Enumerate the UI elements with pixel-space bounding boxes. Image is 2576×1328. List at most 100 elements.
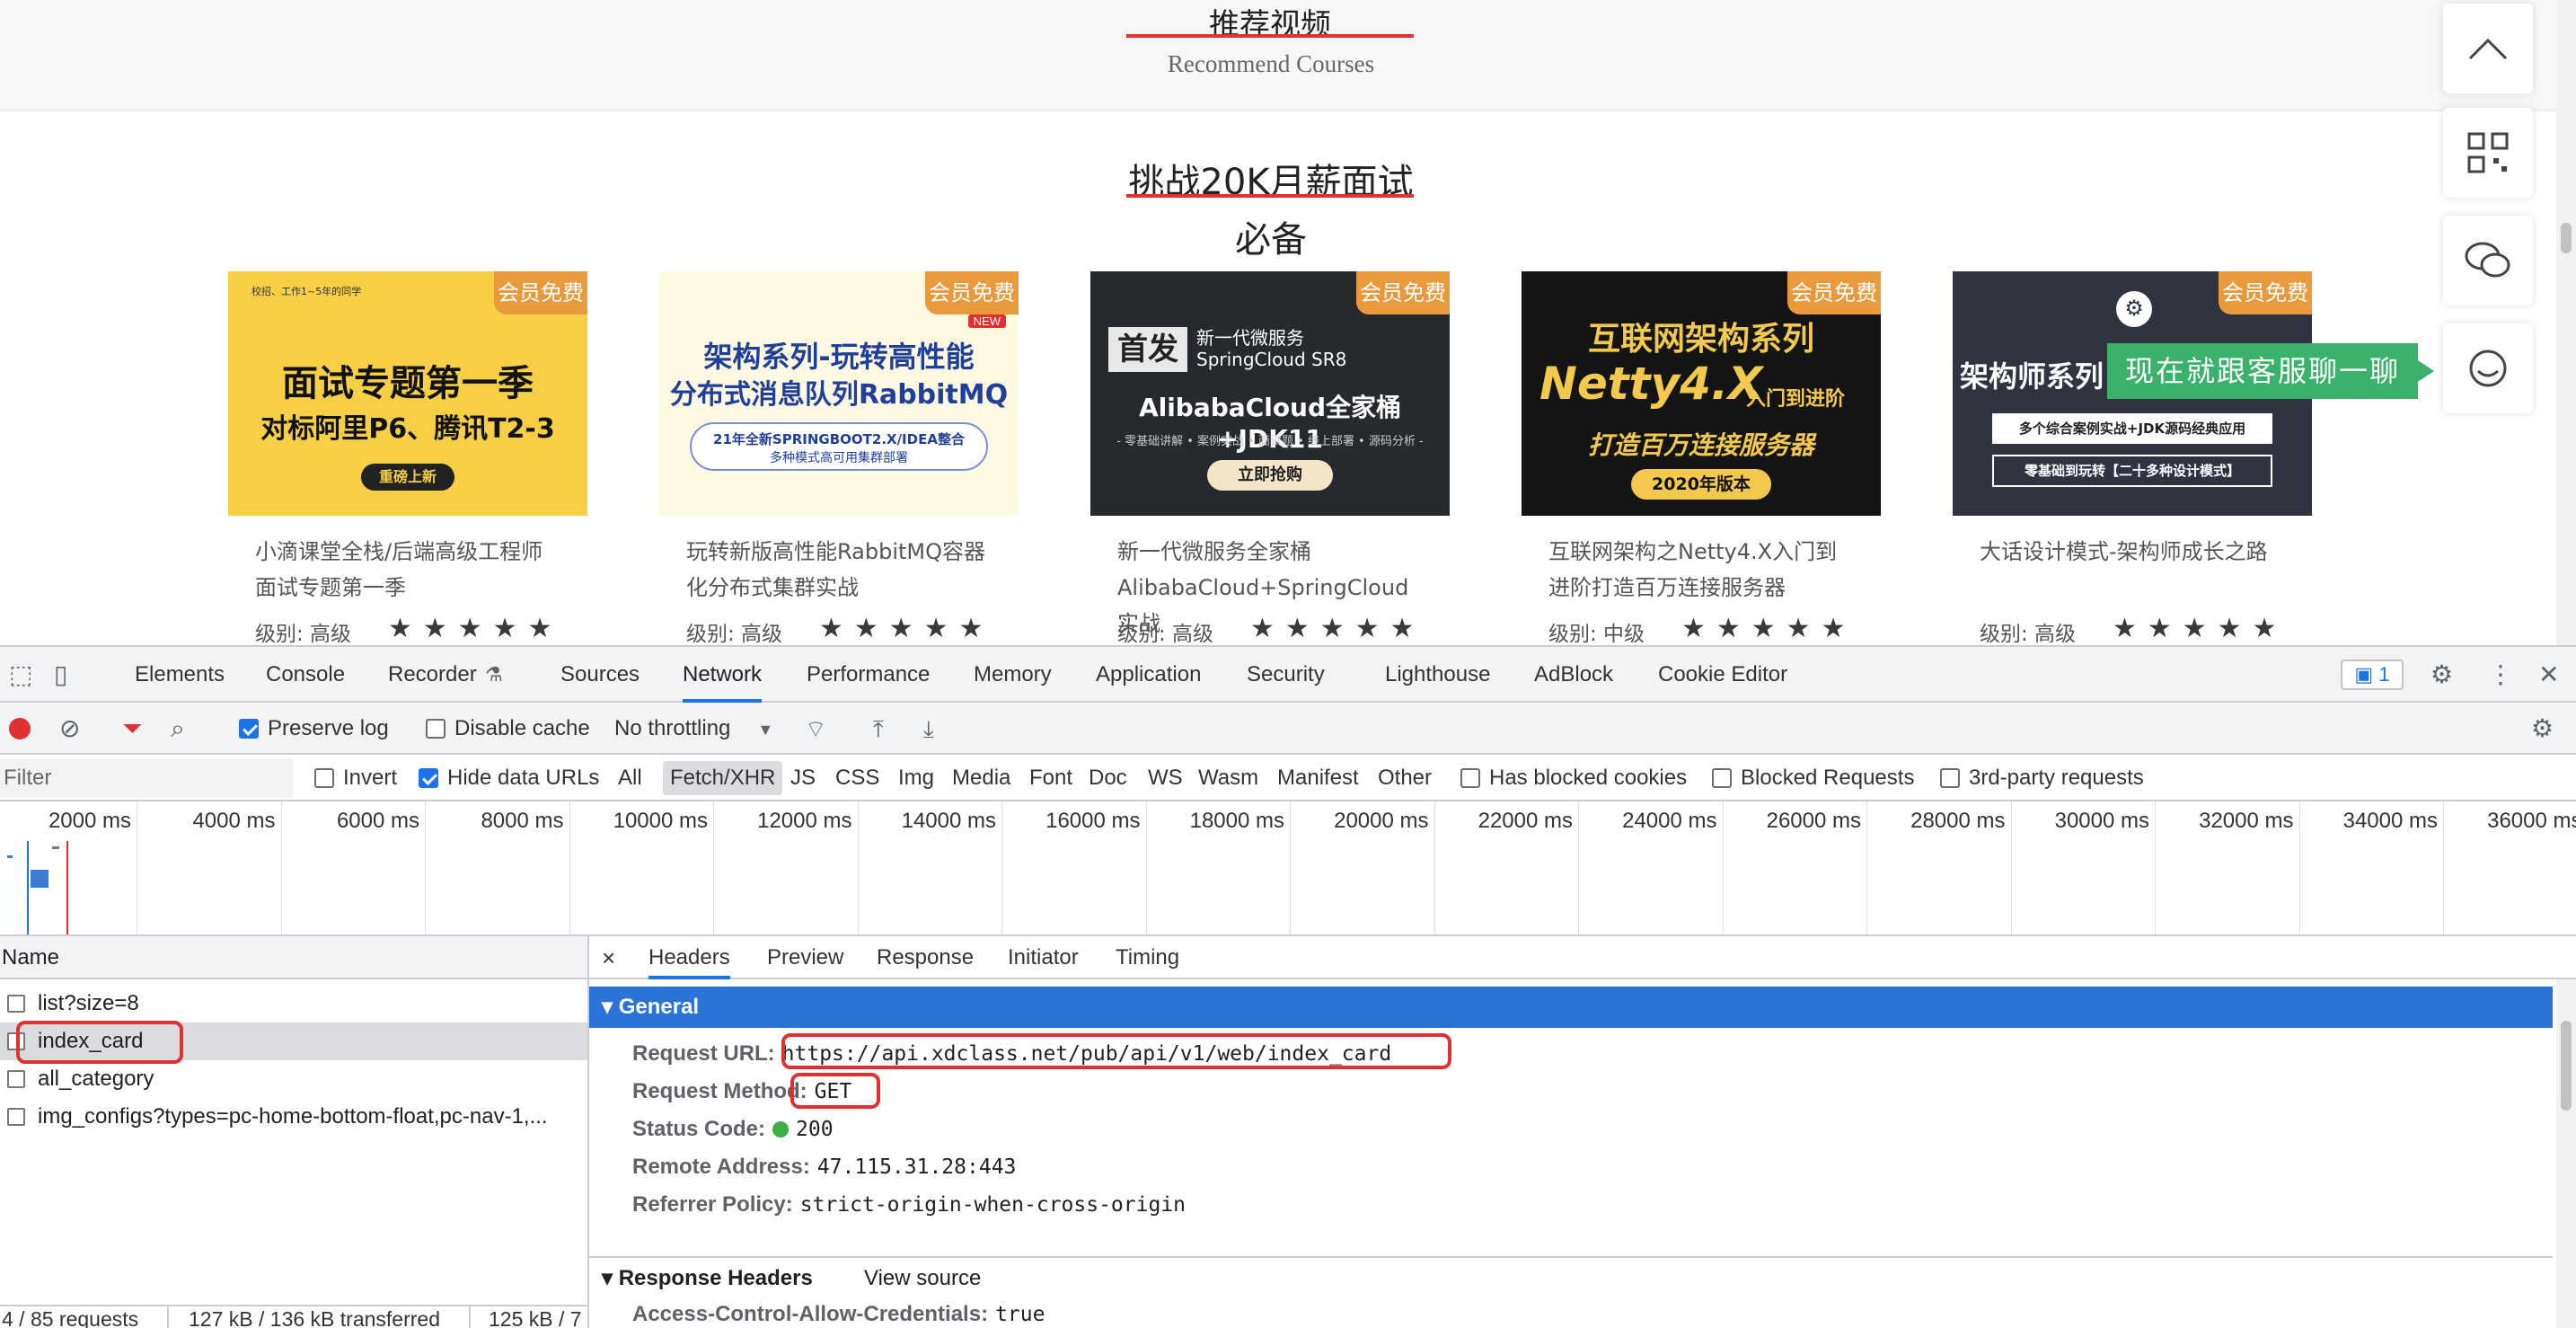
- filter-input[interactable]: [0, 758, 293, 798]
- wechat-button[interactable]: [2443, 216, 2533, 305]
- filter-type-ws[interactable]: WS: [1141, 761, 1190, 795]
- record-icon[interactable]: [9, 718, 31, 739]
- close-details-icon[interactable]: ×: [602, 936, 615, 979]
- filter-type-js[interactable]: JS: [783, 761, 823, 795]
- timeline-tick-label: 20000 ms: [1334, 809, 1429, 833]
- response-headers-section-header[interactable]: ▾ Response Headers View source: [589, 1256, 2553, 1297]
- course-card[interactable]: 架构系列-玩转高性能 分布式消息队列RabbitMQ 21年全新SPRINGBO…: [659, 271, 1019, 645]
- close-devtools-icon[interactable]: ✕: [2538, 647, 2559, 703]
- filter-type-manifest[interactable]: Manifest: [1270, 761, 1366, 795]
- filter-icon[interactable]: ⏷: [122, 703, 142, 755]
- referrer-policy-value[interactable]: strict-origin-when-cross-origin: [800, 1193, 1186, 1217]
- tab-cookie-editor[interactable]: Cookie Editor: [1658, 647, 1787, 703]
- message-icon: ▣: [2354, 663, 2379, 686]
- thumb-first-tag: 首发: [1108, 327, 1187, 372]
- filter-type-all[interactable]: All: [611, 761, 649, 795]
- tab-sources[interactable]: Sources: [560, 647, 640, 703]
- tab-elements[interactable]: Elements: [135, 647, 225, 703]
- tab-security[interactable]: Security: [1247, 647, 1325, 703]
- view-source-link[interactable]: View source: [864, 1258, 981, 1299]
- more-options-icon[interactable]: ⋮: [2488, 647, 2513, 703]
- download-har-icon[interactable]: ⤓: [923, 703, 934, 755]
- remote-address-value[interactable]: 47.115.31.28:443: [817, 1155, 1017, 1179]
- chat-tooltip[interactable]: 现在就跟客服聊一聊: [2107, 343, 2434, 399]
- filter-type-img[interactable]: Img: [891, 761, 941, 795]
- tab-console[interactable]: Console: [266, 647, 345, 703]
- tab-adblock[interactable]: AdBlock: [1534, 647, 1613, 703]
- page-scrollbar[interactable]: [2556, 0, 2576, 645]
- timeline-tick-label: 32000 ms: [2199, 809, 2294, 833]
- network-status-bar: 4 / 85 requests 127 kB / 136 kB transfer…: [0, 1305, 587, 1328]
- course-name[interactable]: 玩转新版高性能RabbitMQ容器化分布式集群实战: [686, 534, 992, 606]
- device-toolbar-icon[interactable]: ▯: [54, 647, 67, 703]
- request-type-icon: [7, 1070, 25, 1088]
- course-name[interactable]: 互联网架构之Netty4.X入门到进阶打造百万连接服务器: [1548, 534, 1854, 606]
- tab-memory[interactable]: Memory: [974, 647, 1052, 703]
- tab-recorder[interactable]: Recorder: [388, 647, 477, 703]
- filter-type-fetch-xhr[interactable]: Fetch/XHR: [663, 761, 783, 795]
- hide-data-urls-checkbox[interactable]: Hide data URLs: [419, 755, 599, 801]
- course-name[interactable]: 大话设计模式-架构师成长之路: [1980, 534, 2285, 570]
- collapse-triangle-icon: ▾: [602, 1266, 619, 1290]
- tab-network[interactable]: Network: [683, 647, 763, 703]
- course-thumbnail[interactable]: 架构系列-玩转高性能 分布式消息队列RabbitMQ 21年全新SPRINGBO…: [659, 271, 1019, 516]
- filter-type-font[interactable]: Font: [1022, 761, 1080, 795]
- name-column-header[interactable]: Name: [0, 936, 587, 979]
- thumb-subtitle: 对标阿里P6、腾讯T2-3: [260, 413, 555, 445]
- filter-type-wasm[interactable]: Wasm: [1191, 761, 1266, 795]
- upload-har-icon[interactable]: ⤒: [873, 703, 884, 755]
- request-row[interactable]: img_configs?types=pc-home-bottom-float,p…: [0, 1098, 587, 1136]
- tab-lighthouse[interactable]: Lighthouse: [1385, 647, 1490, 703]
- request-row[interactable]: all_category: [0, 1060, 587, 1098]
- blocked-requests-checkbox[interactable]: Blocked Requests: [1712, 755, 1914, 801]
- network-conditions-icon[interactable]: ⌔: [805, 703, 826, 755]
- course-thumbnail[interactable]: 校招、工作1~5年的同学 面试专题第一季 对标阿里P6、腾讯T2-3 重磅上新 …: [228, 271, 587, 516]
- acac-value[interactable]: true: [995, 1303, 1045, 1326]
- request-details-panel: × Headers Preview Response Initiator Tim…: [589, 936, 2576, 1328]
- has-blocked-cookies-checkbox[interactable]: Has blocked cookies: [1460, 755, 1687, 801]
- page-scrollbar-thumb[interactable]: [2561, 223, 2572, 253]
- filter-type-css[interactable]: CSS: [828, 761, 887, 795]
- issues-badge[interactable]: ▣ 1: [2341, 660, 2404, 690]
- timeline-gridline: [1001, 801, 1002, 934]
- filter-type-doc[interactable]: Doc: [1081, 761, 1134, 795]
- tab-initiator[interactable]: Initiator: [1008, 936, 1079, 979]
- inspect-element-icon[interactable]: ⬚: [9, 647, 32, 703]
- search-icon[interactable]: ⌕: [171, 703, 185, 755]
- filter-type-other[interactable]: Other: [1371, 761, 1439, 795]
- third-party-checkbox[interactable]: 3rd-party requests: [1940, 755, 2144, 801]
- back-to-top-button[interactable]: [2443, 4, 2533, 93]
- preserve-log-checkbox[interactable]: Preserve log: [239, 703, 389, 755]
- throttling-select[interactable]: No throttling ▼: [614, 703, 773, 755]
- request-row[interactable]: list?size=8: [0, 985, 587, 1023]
- disable-cache-checkbox[interactable]: Disable cache: [426, 703, 590, 755]
- course-name[interactable]: 小滴课堂全栈/后端高级工程师面试专题第一季: [255, 534, 560, 606]
- timeline-gridline: [1434, 801, 1435, 934]
- annotation-box-request-method: [790, 1073, 880, 1109]
- course-thumbnail[interactable]: 互联网架构系列 Netty4.X 入门到进阶 打造百万连接服务器 2020年版本…: [1522, 271, 1881, 516]
- customer-service-button[interactable]: [2443, 323, 2533, 413]
- tab-timing[interactable]: Timing: [1116, 936, 1179, 979]
- tab-headers[interactable]: Headers: [648, 936, 730, 979]
- status-code-value[interactable]: 200: [796, 1118, 834, 1141]
- invert-checkbox[interactable]: Invert: [314, 755, 397, 801]
- general-section-header[interactable]: ▾ General: [589, 987, 2553, 1028]
- tab-performance[interactable]: Performance: [807, 647, 930, 703]
- timeline-tick-label: 34000 ms: [2342, 809, 2438, 833]
- settings-gear-icon[interactable]: ⚙: [2430, 647, 2453, 703]
- course-card[interactable]: ⚙ 架构师系列 多个综合案例实战+JDK源码经典应用 零基础到玩转【二十多种设计…: [1953, 271, 2312, 645]
- course-card[interactable]: 互联网架构系列 Netty4.X 入门到进阶 打造百万连接服务器 2020年版本…: [1522, 271, 1881, 645]
- qrcode-button[interactable]: [2443, 108, 2533, 198]
- course-thumbnail[interactable]: 首发 新一代微服务 SpringCloud SR8 AlibabaCloud全家…: [1090, 271, 1450, 516]
- tab-application[interactable]: Application: [1096, 647, 1201, 703]
- filter-type-media[interactable]: Media: [945, 761, 1018, 795]
- tab-preview[interactable]: Preview: [767, 936, 843, 979]
- course-card[interactable]: 校招、工作1~5年的同学 面试专题第一季 对标阿里P6、腾讯T2-3 重磅上新 …: [228, 271, 587, 645]
- clear-icon[interactable]: ⊘: [59, 703, 80, 755]
- details-scrollbar-thumb[interactable]: [2561, 1021, 2572, 1111]
- course-card[interactable]: 首发 新一代微服务 SpringCloud SR8 AlibabaCloud全家…: [1090, 271, 1450, 645]
- details-scrollbar[interactable]: [2556, 979, 2576, 1328]
- network-settings-gear-icon[interactable]: ⚙: [2531, 703, 2554, 755]
- tab-response[interactable]: Response: [877, 936, 974, 979]
- network-overview-timeline[interactable]: 2000 ms 4000 ms 6000 ms 8000 ms 10000 ms 1200…: [0, 801, 2576, 936]
